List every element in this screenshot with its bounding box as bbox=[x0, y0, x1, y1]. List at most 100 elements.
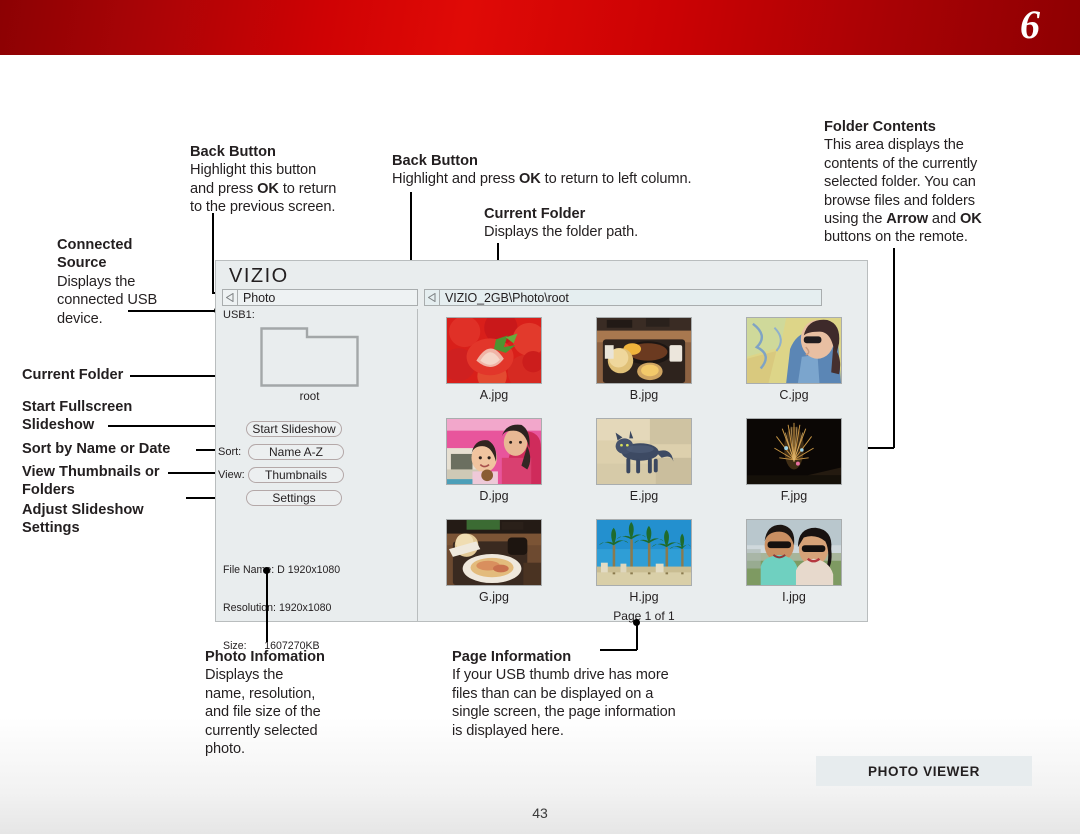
thumbnail-image-i[interactable] bbox=[746, 519, 842, 586]
thumbnail-image-g[interactable] bbox=[446, 519, 542, 586]
leader-line-page-information bbox=[636, 622, 638, 650]
annotation-page-information: Page Information If your USB thumb drive… bbox=[452, 648, 752, 740]
settings-button[interactable]: Settings bbox=[246, 490, 342, 506]
resolution-row: Resolution: 1920x1080 bbox=[223, 602, 340, 615]
leader-line-photo-information bbox=[266, 570, 268, 642]
thumbnail-item[interactable]: I.jpg bbox=[719, 517, 869, 618]
leader-dot bbox=[633, 619, 640, 626]
annotation-body-line: and press OK to return bbox=[190, 180, 337, 197]
sort-value-button[interactable]: Name A-Z bbox=[248, 444, 344, 460]
annotation-title: Photo Infomation bbox=[205, 649, 325, 665]
manual-page: 6 Back Button Highlight this button and … bbox=[0, 0, 1080, 834]
annotation-body-line: contents of the currently bbox=[824, 155, 978, 172]
back-arrow-icon[interactable] bbox=[425, 290, 440, 305]
palm-trees-sky-image bbox=[597, 520, 691, 585]
thumbnail-caption: A.jpg bbox=[479, 388, 509, 402]
breadcrumb-source-text: Photo bbox=[243, 290, 276, 305]
strawberries-image bbox=[447, 318, 541, 383]
breadcrumb-source[interactable]: Photo bbox=[222, 289, 418, 306]
label-text: Current Folder bbox=[22, 367, 124, 383]
label-start-fullscreen-slideshow: Start Fullscreen Slideshow bbox=[22, 398, 132, 435]
thumbnail-image-c[interactable] bbox=[746, 317, 842, 384]
folder-item-root[interactable]: root bbox=[260, 327, 359, 403]
thumbnail-caption: D.jpg bbox=[479, 489, 509, 503]
settings-row: Settings bbox=[246, 490, 342, 506]
resolution-label: Resolution: bbox=[223, 601, 276, 614]
thumbnail-item[interactable]: E.jpg bbox=[569, 416, 719, 517]
thumbnail-item[interactable]: D.jpg bbox=[419, 416, 569, 517]
thumbnail-caption: G.jpg bbox=[479, 590, 509, 604]
view-row: View: Thumbnails bbox=[218, 467, 344, 483]
key-label-arrow: Arrow bbox=[886, 211, 928, 228]
label-text-line1: View Thumbnails or bbox=[22, 464, 160, 480]
annotation-back-button-middle: Back Button Highlight and press OK to re… bbox=[392, 152, 772, 189]
label-sort-by-name-or-date: Sort by Name or Date bbox=[22, 440, 170, 458]
chapter-header-band: 6 bbox=[0, 0, 1080, 55]
connected-source-label: USB1: bbox=[223, 309, 255, 321]
file-name-row: File Name: D 1920x1080 bbox=[223, 564, 340, 577]
blue-cat-image bbox=[597, 419, 691, 484]
annotation-body-line: Highlight this button bbox=[190, 162, 317, 179]
food-tray-image bbox=[597, 318, 691, 383]
thumbnail-item[interactable]: B.jpg bbox=[569, 315, 719, 416]
thumbnail-image-b[interactable] bbox=[596, 317, 692, 384]
file-name-value: D 1920x1080 bbox=[277, 563, 341, 576]
page-information-text: Page 1 of 1 bbox=[613, 609, 675, 623]
tv-photo-viewer-screen: VIZIO Photo VIZIO_2GB\Photo\root USB1: r… bbox=[215, 260, 869, 652]
annotation-photo-information: Photo Infomation Displays the name, reso… bbox=[205, 648, 385, 758]
right-pane-folder-contents: A.jpg B.jpg C.jpg D.jpg E.jpg F.jpg G.jp… bbox=[419, 309, 869, 623]
thumbnail-item[interactable]: G.jpg bbox=[419, 517, 569, 618]
label-current-folder: Current Folder bbox=[22, 366, 123, 384]
annotation-body-line: files than can be displayed on a bbox=[452, 685, 654, 702]
annotation-body-line: currently selected bbox=[205, 722, 318, 739]
annotation-connected-source: Connected Source Displays the connected … bbox=[57, 236, 197, 328]
thumbnail-grid: A.jpg B.jpg C.jpg D.jpg E.jpg F.jpg G.jp… bbox=[419, 315, 869, 618]
thumbnail-item[interactable]: C.jpg bbox=[719, 315, 869, 416]
folder-icon bbox=[260, 327, 359, 387]
vizio-logo: VIZIO bbox=[229, 265, 289, 287]
leader-dot bbox=[263, 567, 270, 574]
thumbnail-item[interactable]: A.jpg bbox=[419, 315, 569, 416]
thumbnail-image-e[interactable] bbox=[596, 418, 692, 485]
annotation-body-line: Displays the folder path. bbox=[484, 224, 639, 241]
annotation-title: Back Button bbox=[392, 153, 478, 169]
back-arrow-icon[interactable] bbox=[223, 290, 238, 305]
chapter-number: 6 bbox=[1020, 2, 1040, 47]
leader-line-connected-source bbox=[128, 310, 218, 312]
annotation-body-line: name, resolution, bbox=[205, 685, 316, 702]
annotation-body-line: connected USB bbox=[57, 292, 158, 309]
annotation-title-line1: Connected bbox=[57, 237, 133, 253]
annotation-title-line2: Source bbox=[57, 255, 107, 272]
annotation-body-line: is displayed here. bbox=[452, 722, 564, 739]
annotation-title: Page Information bbox=[452, 649, 572, 665]
left-pane: USB1: root Start Slideshow Sort: Name A-… bbox=[216, 309, 418, 652]
annotation-body-line: and file size of the bbox=[205, 704, 321, 721]
thumbnail-image-f[interactable] bbox=[746, 418, 842, 485]
label-text-line1: Start Fullscreen bbox=[22, 399, 133, 415]
thumbnail-image-a[interactable] bbox=[446, 317, 542, 384]
annotation-body-line: Displays the bbox=[205, 667, 284, 684]
folder-name-label: root bbox=[299, 391, 320, 403]
thumbnail-item[interactable]: F.jpg bbox=[719, 416, 869, 517]
breadcrumb-path[interactable]: VIZIO_2GB\Photo\root bbox=[424, 289, 822, 306]
annotation-back-button-left: Back Button Highlight this button and pr… bbox=[190, 143, 390, 217]
thumbnail-caption: I.jpg bbox=[782, 590, 806, 604]
thumbnail-image-h[interactable] bbox=[596, 519, 692, 586]
leader-line-back-button-left bbox=[212, 213, 214, 293]
leader-line-folder-contents bbox=[893, 248, 895, 448]
key-label-ok: OK bbox=[519, 171, 541, 188]
thumbnail-caption: F.jpg bbox=[780, 489, 808, 503]
annotation-title: Back Button bbox=[190, 144, 276, 160]
thumbnail-caption: B.jpg bbox=[629, 388, 659, 402]
view-value-button[interactable]: Thumbnails bbox=[248, 467, 344, 483]
section-badge-photo-viewer: PHOTO VIEWER bbox=[816, 756, 1032, 786]
thumbnail-item[interactable]: H.jpg bbox=[569, 517, 719, 618]
start-slideshow-button[interactable]: Start Slideshow bbox=[246, 421, 342, 437]
annotation-body-line: photo. bbox=[205, 741, 245, 758]
breadcrumb-bar: Photo VIZIO_2GB\Photo\root bbox=[222, 289, 863, 306]
label-adjust-slideshow-settings: Adjust Slideshow Settings bbox=[22, 501, 144, 538]
thumbnail-image-d[interactable] bbox=[446, 418, 542, 485]
label-text-line1: Adjust Slideshow bbox=[22, 502, 144, 518]
annotation-body-line: This area displays the bbox=[824, 137, 964, 154]
key-label-ok: OK bbox=[257, 180, 279, 197]
